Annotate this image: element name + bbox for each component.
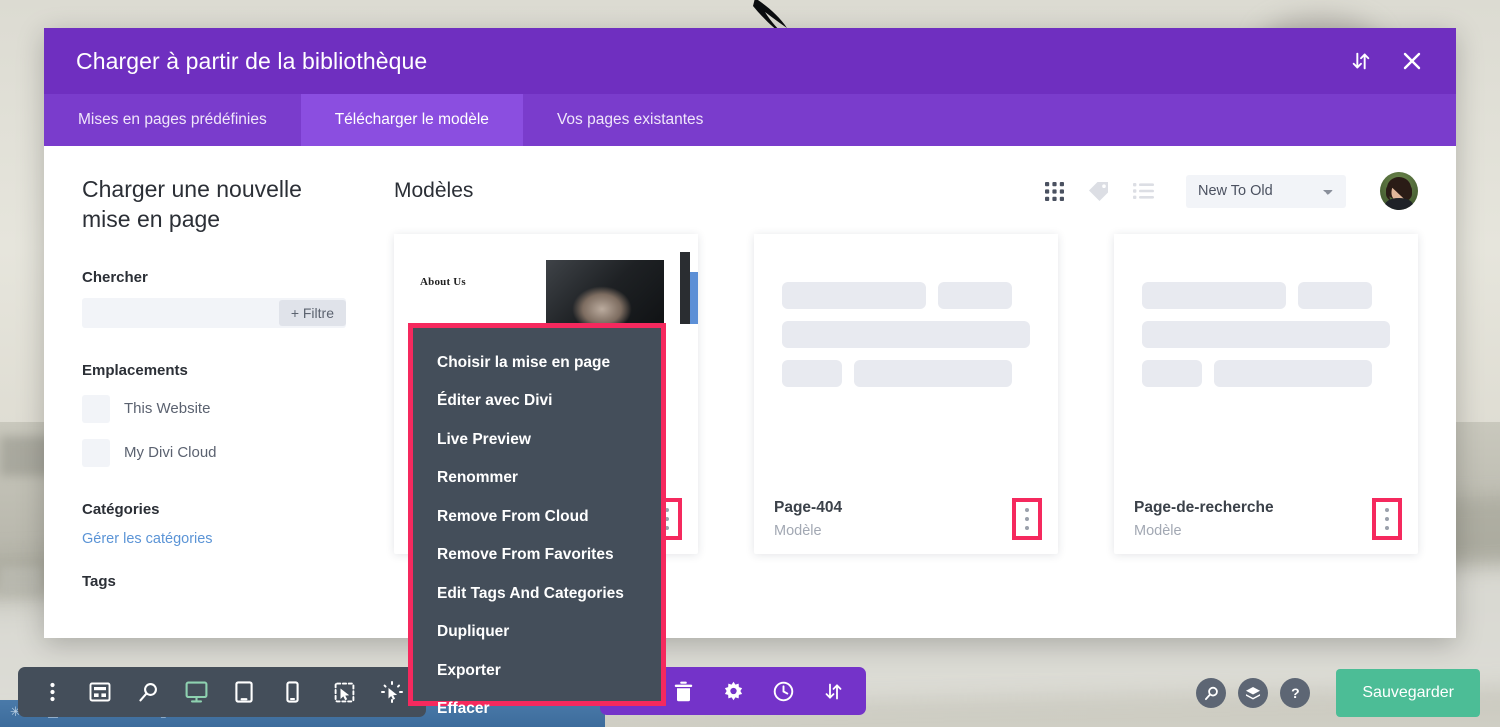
close-icon[interactable] xyxy=(1400,49,1424,73)
tab-upload-template[interactable]: Télécharger le modèle xyxy=(300,94,523,146)
phone-view-icon[interactable] xyxy=(268,667,316,717)
more-options-icon[interactable] xyxy=(28,667,76,717)
card-footer: Page-de-recherche Modèle xyxy=(1114,484,1418,554)
settings-gear-icon[interactable] xyxy=(708,667,758,715)
card-subtitle: Modèle xyxy=(774,522,822,539)
location-item-my-divi-cloud[interactable]: My Divi Cloud xyxy=(82,438,346,467)
sort-arrows-icon[interactable] xyxy=(1350,50,1372,72)
search-label: Chercher xyxy=(82,268,148,286)
thumbnail-accent-blue xyxy=(690,272,698,324)
save-button[interactable]: Sauvegarder xyxy=(1336,669,1480,717)
tags-label: Tags xyxy=(82,572,116,590)
modal-header-actions xyxy=(1350,49,1424,73)
location-item-this-website[interactable]: This Website xyxy=(82,394,346,423)
content-header: Modèles New To Old xyxy=(394,172,1418,210)
help-circle-icon[interactable]: ? xyxy=(1280,678,1311,708)
grid-view-icon[interactable] xyxy=(1044,181,1065,202)
background-block-left-2 xyxy=(0,567,42,594)
context-menu-item[interactable]: Edit Tags And Categories xyxy=(413,575,661,613)
zoom-view-icon[interactable] xyxy=(124,667,172,717)
multiselect-icon[interactable] xyxy=(320,667,368,717)
sort-select[interactable]: New To OldOld To NewA To ZZ To A xyxy=(1186,174,1346,208)
skeleton-placeholder xyxy=(1142,282,1390,399)
context-menu-item[interactable]: Effacer xyxy=(413,690,661,727)
template-card[interactable]: Page-de-recherche Modèle xyxy=(1114,234,1418,554)
card-menu-button[interactable] xyxy=(1012,498,1042,540)
context-menu-item[interactable]: Remove From Cloud xyxy=(413,498,661,536)
user-avatar[interactable] xyxy=(1380,172,1418,210)
modal-body: Charger une nouvelle mise en page Cherch… xyxy=(44,146,1456,638)
card-thumbnail xyxy=(1114,234,1418,484)
checkbox-my-divi-cloud[interactable] xyxy=(82,438,110,467)
tab-existing-pages[interactable]: Vos pages existantes xyxy=(523,94,738,146)
content-toolbar: New To OldOld To NewA To ZZ To A xyxy=(1044,172,1418,210)
list-view-icon[interactable] xyxy=(1133,182,1154,200)
categories-label: Catégories xyxy=(82,500,160,518)
sidebar-title: Charger une nouvelle mise en page xyxy=(82,176,302,233)
card-footer: Page-404 Modèle xyxy=(754,484,1058,554)
template-card[interactable]: Page-404 Modèle xyxy=(754,234,1058,554)
context-menu-item[interactable]: Dupliquer xyxy=(413,613,661,651)
filter-button[interactable]: + Filtre xyxy=(278,299,346,326)
search-circle-icon[interactable] xyxy=(1196,678,1227,708)
locations-label: Emplacements xyxy=(82,361,188,379)
modal-header: Charger à partir de la bibliothèque xyxy=(44,28,1456,94)
location-label: This Website xyxy=(124,400,211,418)
modal-tabs: Mises en pages prédéfinies Télécharger l… xyxy=(44,94,1456,146)
view-mode-toolbar xyxy=(18,667,326,717)
search-input[interactable]: + Filtre xyxy=(82,297,346,328)
sort-arrows-icon[interactable] xyxy=(808,667,858,715)
checkbox-this-website[interactable] xyxy=(82,394,110,423)
context-menu-item[interactable]: Exporter xyxy=(413,652,661,690)
tablet-view-icon[interactable] xyxy=(220,667,268,717)
context-menu-item[interactable]: Remove From Favorites xyxy=(413,536,661,574)
card-title: Page-404 xyxy=(774,498,843,516)
location-label: My Divi Cloud xyxy=(124,444,217,462)
layers-circle-icon[interactable] xyxy=(1238,678,1269,708)
tag-view-icon[interactable] xyxy=(1087,180,1111,202)
page-title: Modèles xyxy=(394,179,474,202)
wireframe-view-icon[interactable] xyxy=(76,667,124,717)
thumbnail-accent-dark xyxy=(680,252,690,324)
manage-categories-link[interactable]: Gérer les catégories xyxy=(82,531,346,547)
history-clock-icon[interactable] xyxy=(758,667,808,715)
skeleton-placeholder xyxy=(782,282,1030,399)
modal-title: Charger à partir de la bibliothèque xyxy=(76,47,428,74)
card-subtitle: Modèle xyxy=(1134,522,1182,539)
context-menu-item[interactable]: Live Preview xyxy=(413,421,661,459)
context-menu-item[interactable]: Éditer avec Divi xyxy=(413,382,661,420)
library-modal: Charger à partir de la bibliothèque Mise… xyxy=(44,28,1456,638)
card-thumbnail xyxy=(754,234,1058,484)
card-title: Page-de-recherche xyxy=(1134,498,1274,516)
card-context-menu: Choisir la mise en page Éditer avec Divi L… xyxy=(408,323,666,717)
desktop-view-icon[interactable] xyxy=(172,667,220,717)
card-menu-button[interactable] xyxy=(1372,498,1402,540)
context-menu-item[interactable]: Choisir la mise en page xyxy=(413,344,661,382)
action-toolbar: ? Sauvegarder xyxy=(1196,669,1480,717)
thumbnail-heading: About Us xyxy=(420,276,466,288)
context-menu-item[interactable]: Renommer xyxy=(413,459,661,497)
tab-predefined-layouts[interactable]: Mises en pages prédéfinies xyxy=(44,94,301,146)
sidebar: Charger une nouvelle mise en page Cherch… xyxy=(44,146,384,638)
